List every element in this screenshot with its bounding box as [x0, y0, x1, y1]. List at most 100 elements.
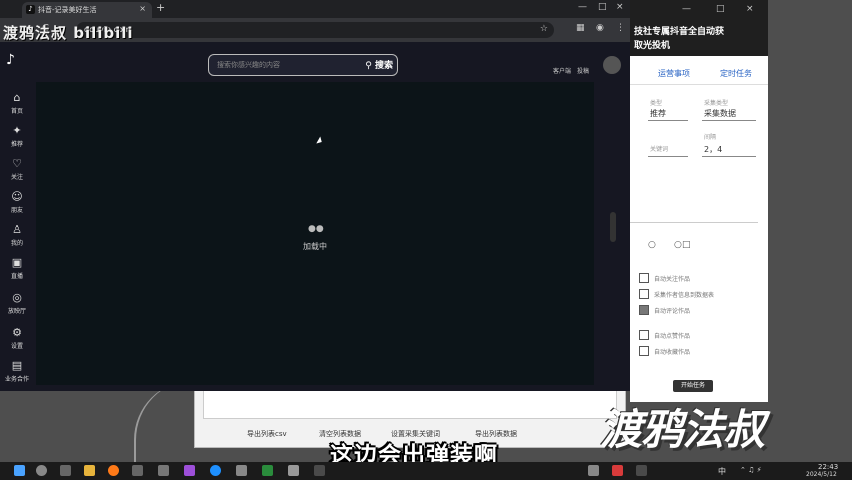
auto-favorite-label: 自动收藏作品 [654, 349, 691, 356]
browser-tab-douyin[interactable]: ♪ 抖音-记录美好生活 × [22, 2, 152, 18]
type-field-value[interactable]: 推荐 [650, 108, 666, 119]
ime-indicator[interactable]: 中 [718, 466, 726, 477]
sidebar-label: 直播 [10, 273, 23, 280]
background-list-area [203, 389, 617, 419]
sidebar-item-home[interactable]: ⌂ 首页 [0, 91, 34, 116]
radio-option-2[interactable]: ○ [674, 240, 682, 250]
client-link[interactable]: 客户端 [553, 66, 571, 75]
sidebar-item-theater[interactable]: ◎ 放映厅 [0, 291, 34, 316]
loading-text: 加载中 [303, 242, 327, 251]
sidebar-item-business[interactable]: ▤ 业务合作 [0, 359, 34, 384]
firefox-icon[interactable] [108, 465, 119, 476]
sidebar-label: 朋友 [10, 207, 23, 214]
tv-icon: ▣ [11, 256, 23, 269]
extension-icon[interactable]: ▦ [576, 23, 585, 33]
taskbar: 中 ⌃ ♫ ⚡ 22:43 2024/5/12 [0, 462, 852, 480]
app-icon-8[interactable] [588, 465, 599, 476]
sidebar-label: 推荐 [10, 141, 23, 148]
app-icon-9[interactable] [612, 465, 623, 476]
browser-window: ♪ 抖音-记录美好生活 × + — □ × ← → C douyin.com ☆… [0, 0, 630, 391]
sparkle-icon: ✦ [12, 124, 22, 137]
channel-watermark: 渡鸦法叔 [600, 405, 765, 454]
panel-title-line1: 技社专属抖音全自动获 [634, 27, 725, 37]
search-icon[interactable] [36, 465, 47, 476]
douyin-logo-icon[interactable]: ♪ [6, 52, 24, 70]
app-icon-3[interactable] [184, 465, 195, 476]
search-button[interactable]: ⚲ 搜索 [365, 58, 393, 71]
person-icon: ♙ [12, 223, 22, 236]
tab-strip: ♪ 抖音-记录美好生活 × + — □ × [0, 0, 630, 18]
sidebar-item-friends[interactable]: ☺ 朋友 [0, 190, 34, 215]
sidebar-item-following[interactable]: ♡ 关注 [0, 157, 34, 182]
auto-comment-checkbox[interactable] [639, 305, 649, 315]
friends-icon: ☺ [11, 190, 23, 203]
bookmark-star-icon[interactable]: ☆ [540, 24, 548, 34]
panel-close-button[interactable]: × [746, 4, 754, 14]
bilibili-watermark-top: 渡鸦法叔 bilibili [3, 24, 134, 42]
file-explorer-icon[interactable] [84, 465, 95, 476]
profile-icon[interactable]: ◉ [596, 23, 604, 33]
app-icon-2[interactable] [158, 465, 169, 476]
douyin-favicon-icon: ♪ [26, 5, 35, 14]
radio-option-3[interactable]: □ [682, 240, 691, 250]
export-csv-button[interactable]: 导出列表csv [247, 429, 287, 439]
interval-field-value[interactable]: 2，4 [704, 144, 722, 155]
tray-icons[interactable]: ⌃ ♫ ⚡ [740, 466, 762, 474]
app-icon-10[interactable] [636, 465, 647, 476]
keyword-field-label: 关键词 [650, 146, 669, 153]
panel-maximize-button[interactable]: □ [716, 4, 725, 14]
panel-title-line2: 取光投机 [634, 41, 671, 51]
start-menu-icon[interactable] [14, 465, 25, 476]
sidebar-item-recommend[interactable]: ✦ 推荐 [0, 124, 34, 149]
tab-scheduled-tasks[interactable]: 定时任务 [720, 68, 752, 79]
type-field-underline [648, 120, 688, 121]
menu-dots-icon[interactable]: ⋮ [616, 23, 625, 33]
browser-minimize-button[interactable]: — [578, 2, 587, 12]
sidebar-item-settings[interactable]: ⚙ 设置 [0, 326, 34, 351]
interval-field-label: 间隔 [704, 134, 717, 141]
collect-type-value[interactable]: 采集数据 [704, 108, 736, 119]
app-icon-5[interactable] [262, 465, 273, 476]
auto-comment-label: 自动评论作品 [654, 308, 691, 315]
tab-operations[interactable]: 运营事项 [658, 68, 690, 79]
tab-close-icon[interactable]: × [139, 4, 146, 13]
search-placeholder: 搜索你感兴趣的内容 [217, 61, 280, 69]
sidebar-item-live[interactable]: ▣ 直播 [0, 256, 34, 281]
interval-field-underline [702, 156, 756, 157]
automation-tool-panel: — □ × 技社专属抖音全自动获 取光投机 运营事项 定时任务 类型 推荐 采集… [630, 0, 768, 402]
start-task-button[interactable]: 开始任务 [673, 380, 713, 392]
browser-close-button[interactable]: × [616, 2, 624, 12]
search-box[interactable]: 搜索你感兴趣的内容 ⚲ 搜索 [208, 54, 398, 76]
task-view-icon[interactable] [60, 465, 71, 476]
clock-time[interactable]: 22:43 [818, 463, 838, 471]
heart-icon: ♡ [12, 157, 22, 170]
avatar[interactable] [603, 56, 621, 74]
auto-like-checkbox[interactable] [639, 330, 649, 340]
address-bar[interactable]: douyin.com ☆ [76, 22, 554, 38]
panel-minimize-button[interactable]: — [682, 4, 691, 14]
theater-icon: ◎ [12, 291, 22, 304]
auto-follow-checkbox[interactable] [639, 273, 649, 283]
app-icon-7[interactable] [314, 465, 325, 476]
clock-date[interactable]: 2024/5/12 [806, 471, 837, 478]
edge-icon[interactable] [210, 465, 221, 476]
browser-maximize-button[interactable]: □ [598, 2, 607, 12]
search-button-label: 搜索 [374, 61, 393, 71]
collect-author-checkbox[interactable] [639, 289, 649, 299]
new-tab-button[interactable]: + [156, 1, 165, 14]
side-scroll-handle[interactable] [610, 212, 616, 242]
radio-option-1[interactable]: ○ [648, 240, 656, 250]
upload-link[interactable]: 投稿 [577, 66, 589, 75]
business-icon: ▤ [11, 359, 23, 372]
app-icon-6[interactable] [288, 465, 299, 476]
sidebar-label: 放映厅 [7, 308, 26, 315]
auto-favorite-checkbox[interactable] [639, 346, 649, 356]
keyword-field-underline[interactable] [648, 156, 688, 157]
sidebar-label: 设置 [10, 343, 23, 350]
home-icon: ⌂ [13, 91, 21, 104]
app-icon-4[interactable] [236, 465, 247, 476]
app-icon-1[interactable] [132, 465, 143, 476]
panel-header: — □ × 技社专属抖音全自动获 取光投机 [630, 0, 768, 56]
sidebar-item-mine[interactable]: ♙ 我的 [0, 223, 34, 248]
gear-icon: ⚙ [12, 326, 22, 339]
